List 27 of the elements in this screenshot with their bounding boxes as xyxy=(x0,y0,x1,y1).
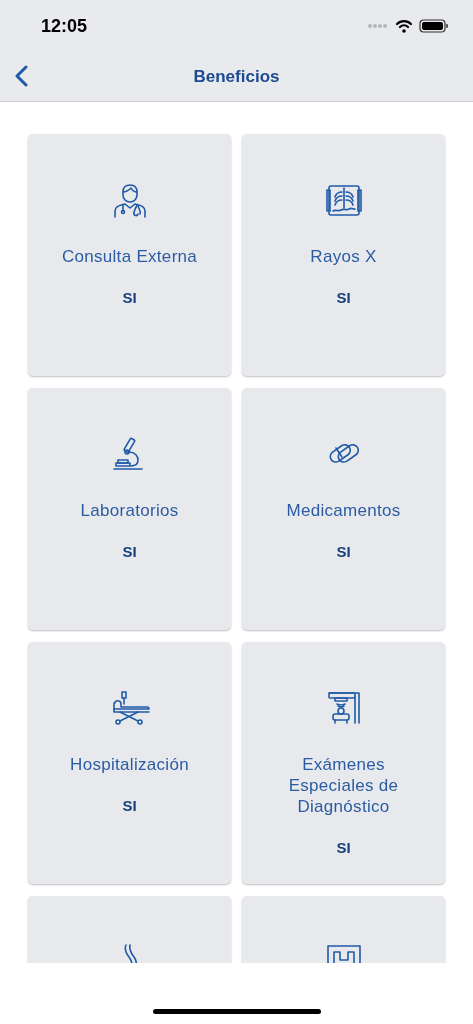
coverage-value: SI xyxy=(336,543,351,560)
benefit-name: Laboratorios xyxy=(80,500,179,521)
benefit-card[interactable]: Hospitalización SI xyxy=(28,642,231,884)
benefit-name: Medicamentos xyxy=(286,500,401,521)
benefit-card[interactable]: Rayos X SI xyxy=(242,134,445,376)
back-icon xyxy=(14,65,28,87)
benefit-card[interactable]: Medicamentos SI xyxy=(242,388,445,630)
benefit-name: Exámenes Especiales de Diagnóstico xyxy=(287,754,400,817)
coverage-value: SI xyxy=(336,839,351,856)
benefit-card[interactable]: Consulta Externa SI xyxy=(28,134,231,376)
doctor-icon xyxy=(111,182,148,218)
signal-icon xyxy=(367,23,389,29)
benefit-name: Hospitalización xyxy=(70,754,189,775)
benefit-card[interactable]: Exámenes Especiales de Diagnóstico SI xyxy=(242,642,445,884)
coverage-value: SI xyxy=(122,797,137,814)
scanner-icon xyxy=(325,690,362,726)
benefit-name: Rayos X xyxy=(310,246,377,267)
benefit-card[interactable]: Laboratorios SI xyxy=(28,388,231,630)
coverage-value: SI xyxy=(122,289,137,306)
page-title: Beneficios xyxy=(193,66,280,87)
benefit-name: Consulta Externa xyxy=(61,246,198,267)
battery-icon xyxy=(419,19,449,33)
x-ray-icon xyxy=(325,182,362,218)
coverage-value: SI xyxy=(336,289,351,306)
clock-time: 12:05 xyxy=(41,15,89,37)
coverage-value: SI xyxy=(122,543,137,560)
wifi-icon xyxy=(395,19,413,33)
